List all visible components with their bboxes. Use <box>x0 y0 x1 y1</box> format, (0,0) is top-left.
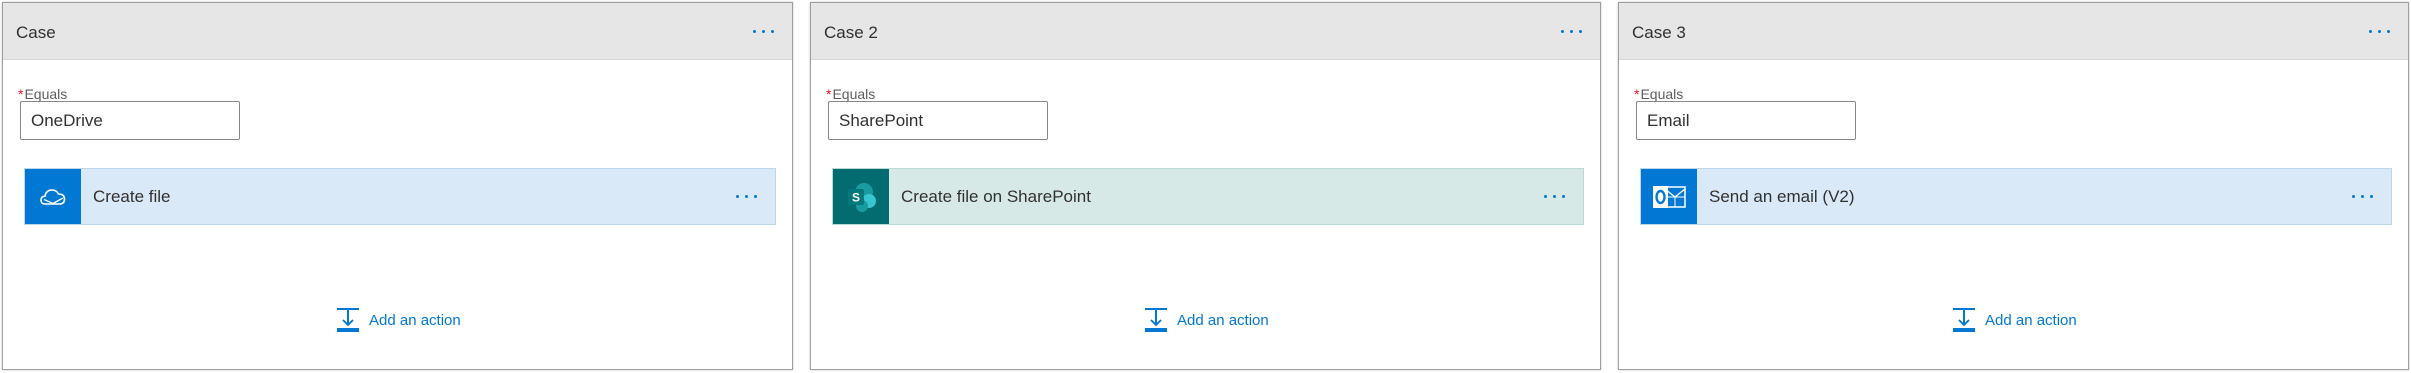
action-more-options-button[interactable] <box>1537 182 1571 210</box>
action-title: Create file <box>93 187 171 206</box>
required-asterisk: * <box>1634 86 1640 102</box>
case-header[interactable]: Case <box>3 3 792 60</box>
case-more-options-button[interactable] <box>2362 17 2396 45</box>
more-dot <box>1543 194 1547 198</box>
case-header[interactable]: Case 3 <box>1619 3 2408 60</box>
action-card-create-file-on-sharepoint[interactable]: S Create file on SharePoint <box>832 168 1584 225</box>
more-dot <box>2351 194 2355 198</box>
more-dot <box>735 194 739 198</box>
equals-input[interactable] <box>828 101 1048 140</box>
outlook-icon <box>1641 169 1697 224</box>
equals-input[interactable] <box>1636 101 1856 140</box>
case-title: Case 3 <box>1632 23 1686 42</box>
more-dot <box>1578 29 1582 33</box>
case-title: Case 2 <box>824 23 878 42</box>
add-action-icon <box>1145 308 1167 332</box>
case-more-options-button[interactable] <box>746 17 780 45</box>
equals-label-text: Equals <box>1640 86 1684 102</box>
add-an-action-button[interactable]: Add an action <box>1951 305 2077 335</box>
required-asterisk: * <box>18 86 24 102</box>
case-title: Case <box>16 23 56 42</box>
case-more-options-button[interactable] <box>1554 17 1588 45</box>
equals-label-text: Equals <box>832 86 876 102</box>
required-asterisk: * <box>826 86 832 102</box>
case-card: Case 3 *Equals Send an email (V2) <box>1618 2 2409 370</box>
more-dot <box>1552 194 1556 198</box>
action-title: Send an email (V2) <box>1709 187 1855 206</box>
more-dot <box>761 29 765 33</box>
add-action-icon <box>337 308 359 332</box>
more-dot <box>770 29 774 33</box>
more-dot <box>2369 194 2373 198</box>
add-an-action-button[interactable]: Add an action <box>335 305 461 335</box>
more-dot <box>2368 29 2372 33</box>
more-dot <box>2360 194 2364 198</box>
action-more-options-button[interactable] <box>2345 182 2379 210</box>
action-card-send-an-email[interactable]: Send an email (V2) <box>1640 168 2392 225</box>
sharepoint-icon-letter: S <box>852 190 860 204</box>
equals-label: *Equals <box>826 86 875 102</box>
action-more-options-button[interactable] <box>729 182 763 210</box>
onedrive-icon <box>25 169 81 224</box>
sharepoint-icon: S <box>833 169 889 224</box>
equals-label-text: Equals <box>24 86 68 102</box>
more-dot <box>753 194 757 198</box>
add-action-icon <box>1953 308 1975 332</box>
more-dot <box>744 194 748 198</box>
more-dot <box>752 29 756 33</box>
equals-input[interactable] <box>20 101 240 140</box>
action-card-create-file[interactable]: Create file <box>24 168 776 225</box>
add-action-label: Add an action <box>1177 311 1269 329</box>
more-dot <box>1560 29 1564 33</box>
add-an-action-button[interactable]: Add an action <box>1143 305 1269 335</box>
case-header[interactable]: Case 2 <box>811 3 1600 60</box>
equals-label: *Equals <box>18 86 67 102</box>
add-action-label: Add an action <box>1985 311 2077 329</box>
action-title: Create file on SharePoint <box>901 187 1091 206</box>
case-card: Case *Equals Create file <box>2 2 793 370</box>
more-dot <box>1561 194 1565 198</box>
more-dot <box>1569 29 1573 33</box>
equals-label: *Equals <box>1634 86 1683 102</box>
more-dot <box>2386 29 2390 33</box>
more-dot <box>2377 29 2381 33</box>
add-action-label: Add an action <box>369 311 461 329</box>
case-card: Case 2 *Equals S Create file on SharePoi… <box>810 2 1601 370</box>
